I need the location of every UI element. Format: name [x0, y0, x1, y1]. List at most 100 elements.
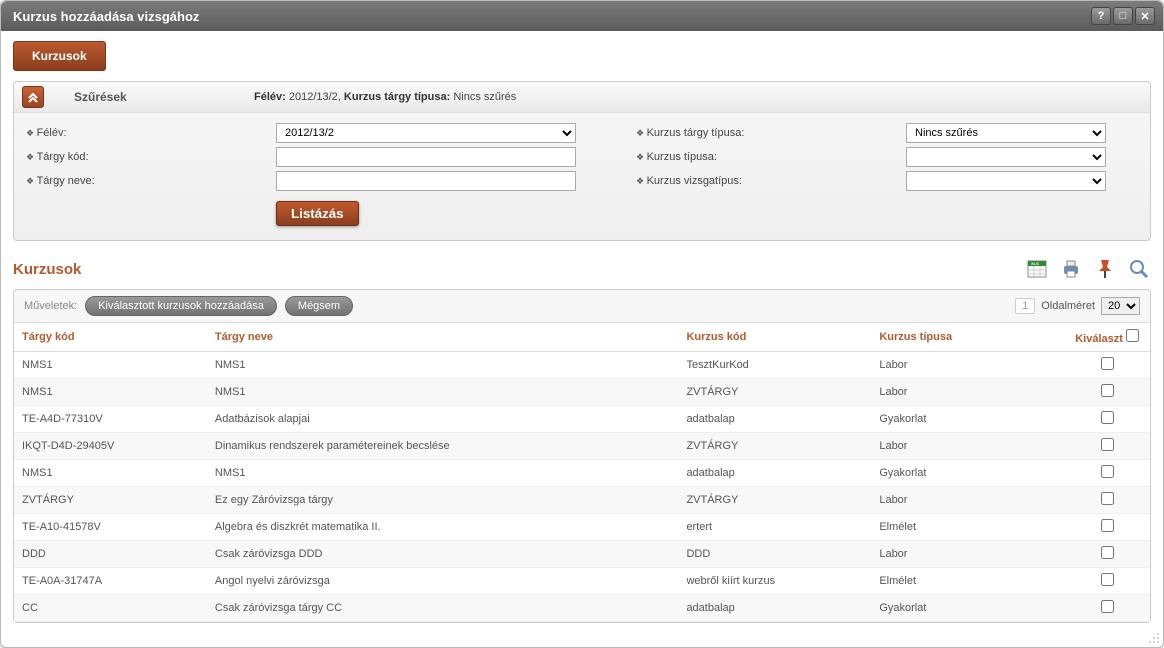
- cell-subject-name: NMS1: [207, 460, 679, 487]
- cell-course-type: Labor: [871, 352, 1064, 379]
- cell-select: [1064, 514, 1150, 541]
- search-icon[interactable]: [1127, 257, 1151, 281]
- cell-select: [1064, 406, 1150, 433]
- row-select-checkbox[interactable]: [1101, 438, 1114, 451]
- table-row: NMS1NMS1adatbalapGyakorlat: [14, 460, 1150, 487]
- section-title: Kurzusok: [13, 261, 81, 278]
- print-icon[interactable]: [1059, 257, 1083, 281]
- filter-summary-type-value: Nincs szűrés: [453, 91, 516, 103]
- cell-subject-code: NMS1: [14, 460, 207, 487]
- pin-icon[interactable]: [1093, 257, 1117, 281]
- input-subject-name[interactable]: [276, 171, 576, 191]
- pagination: 1 Oldalméret 20: [1015, 297, 1140, 315]
- tab-kurzusok[interactable]: Kurzusok: [13, 41, 106, 71]
- th-course-type[interactable]: Kurzus típusa: [871, 323, 1064, 352]
- svg-text:XLS: XLS: [1031, 261, 1039, 266]
- select-course-exam-type[interactable]: [906, 171, 1106, 191]
- page-size-select[interactable]: 20: [1101, 297, 1140, 315]
- cell-subject-name: NMS1: [207, 352, 679, 379]
- cell-subject-name: Ez egy Záróvizsga tárgy: [207, 487, 679, 514]
- row-select-checkbox[interactable]: [1101, 384, 1114, 397]
- cell-subject-name: Algebra és diszkrét matematika II.: [207, 514, 679, 541]
- select-semester[interactable]: 2012/13/2: [276, 123, 576, 143]
- cell-select: [1064, 460, 1150, 487]
- row-select-checkbox[interactable]: [1101, 492, 1114, 505]
- ops-bar: Műveletek: Kiválasztott kurzusok hozzáad…: [14, 290, 1150, 323]
- cell-course-code: adatbalap: [678, 595, 871, 622]
- content-area: Kurzusok Szűrések Félév: 2012/13/2, Kurz…: [1, 31, 1163, 647]
- th-subject-name[interactable]: Tárgy neve: [207, 323, 679, 352]
- list-button[interactable]: Listázás: [276, 201, 359, 226]
- row-select-checkbox[interactable]: [1101, 357, 1114, 370]
- table-row: IKQT-D4D-29405VDinamikus rendszerek para…: [14, 433, 1150, 460]
- filter-panel-title: Szűrések: [74, 90, 254, 104]
- collapse-filters-button[interactable]: [22, 86, 44, 108]
- label-subject-name: Tárgy neve:: [26, 175, 266, 187]
- cell-select: [1064, 595, 1150, 622]
- cell-subject-code: ZVTÁRGY: [14, 487, 207, 514]
- table-row: TE-A0A-31747AAngol nyelvi záróvizsgawebr…: [14, 568, 1150, 595]
- cell-select: [1064, 352, 1150, 379]
- cell-course-code: TesztKurKod: [678, 352, 871, 379]
- input-subject-code[interactable]: [276, 147, 576, 167]
- row-select-checkbox[interactable]: [1101, 519, 1114, 532]
- cell-subject-code: TE-A4D-77310V: [14, 406, 207, 433]
- row-select-checkbox[interactable]: [1101, 411, 1114, 424]
- export-xls-icon[interactable]: XLS: [1025, 257, 1049, 281]
- cell-select: [1064, 541, 1150, 568]
- select-course-subject-type[interactable]: Nincs szűrés: [906, 123, 1106, 143]
- cell-course-code: DDD: [678, 541, 871, 568]
- cell-subject-code: NMS1: [14, 379, 207, 406]
- th-subject-code[interactable]: Tárgy kód: [14, 323, 207, 352]
- cell-course-type: Labor: [871, 379, 1064, 406]
- ops-left: Műveletek: Kiválasztott kurzusok hozzáad…: [24, 296, 353, 316]
- cancel-button[interactable]: Mégsem: [285, 296, 353, 316]
- table-header-row: Tárgy kód Tárgy neve Kurzus kód Kurzus t…: [14, 323, 1150, 352]
- th-course-code[interactable]: Kurzus kód: [678, 323, 871, 352]
- select-all-checkbox[interactable]: [1126, 329, 1139, 342]
- cell-subject-code: NMS1: [14, 352, 207, 379]
- help-button[interactable]: ?: [1091, 7, 1111, 25]
- close-button[interactable]: ✕: [1135, 7, 1155, 25]
- ops-label: Műveletek:: [24, 300, 77, 312]
- cell-subject-name: Angol nyelvi záróvizsga: [207, 568, 679, 595]
- th-select-label: Kiválaszt: [1075, 333, 1123, 345]
- cell-subject-name: NMS1: [207, 379, 679, 406]
- table-row: TE-A4D-77310VAdatbázisok alapjaiadatbala…: [14, 406, 1150, 433]
- cell-course-code: webről kiírt kurzus: [678, 568, 871, 595]
- resize-grip[interactable]: [1147, 631, 1161, 645]
- label-subject-code: Tárgy kód:: [26, 151, 266, 163]
- page-number[interactable]: 1: [1015, 298, 1035, 314]
- cell-course-code: adatbalap: [678, 460, 871, 487]
- cell-subject-name: Csak záróvizsga DDD: [207, 541, 679, 568]
- chevron-up-icon: [27, 91, 39, 103]
- maximize-button[interactable]: □: [1113, 7, 1133, 25]
- row-select-checkbox[interactable]: [1101, 573, 1114, 586]
- table-row: ZVTÁRGYEz egy Záróvizsga tárgyZVTÁRGYLab…: [14, 487, 1150, 514]
- ops-panel: Műveletek: Kiválasztott kurzusok hozzáad…: [13, 289, 1151, 623]
- page-size-label: Oldalméret: [1041, 300, 1095, 312]
- row-select-checkbox[interactable]: [1101, 546, 1114, 559]
- cell-course-type: Gyakorlat: [871, 406, 1064, 433]
- cell-course-type: Elmélet: [871, 568, 1064, 595]
- table-row: CCCsak záróvizsga tárgy CCadatbalapGyako…: [14, 595, 1150, 622]
- section-bar: Kurzusok XLS: [13, 257, 1151, 281]
- filter-summary: Félév: 2012/13/2, Kurzus tárgy típusa: N…: [254, 91, 516, 103]
- cell-course-type: Labor: [871, 541, 1064, 568]
- cell-select: [1064, 433, 1150, 460]
- courses-table: Tárgy kód Tárgy neve Kurzus kód Kurzus t…: [14, 323, 1150, 622]
- cell-select: [1064, 487, 1150, 514]
- filter-header: Szűrések Félév: 2012/13/2, Kurzus tárgy …: [14, 82, 1150, 113]
- table-row: TE-A10-41578VAlgebra és diszkrét matemat…: [14, 514, 1150, 541]
- add-selected-button[interactable]: Kiválasztott kurzusok hozzáadása: [85, 296, 277, 316]
- cell-select: [1064, 379, 1150, 406]
- select-course-type[interactable]: [906, 147, 1106, 167]
- cell-course-type: Gyakorlat: [871, 595, 1064, 622]
- row-select-checkbox[interactable]: [1101, 600, 1114, 613]
- row-select-checkbox[interactable]: [1101, 465, 1114, 478]
- cell-subject-code: CC: [14, 595, 207, 622]
- table-row: NMS1NMS1TesztKurKodLabor: [14, 352, 1150, 379]
- cell-select: [1064, 568, 1150, 595]
- window-title: Kurzus hozzáadása vizsgához: [13, 9, 199, 24]
- filter-summary-semester-label: Félév:: [254, 91, 286, 103]
